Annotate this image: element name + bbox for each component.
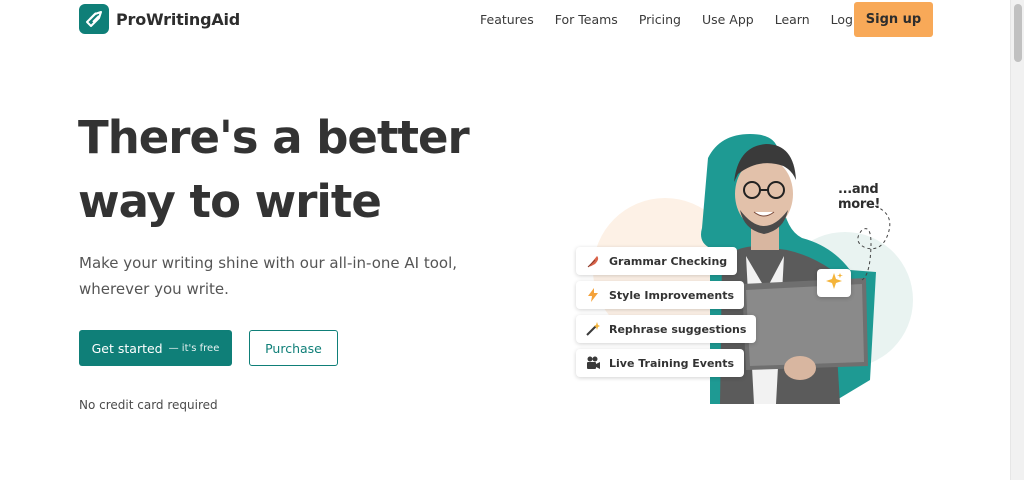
- hero-subtitle: Make your writing shine with our all-in-…: [79, 250, 479, 302]
- video-camera-icon: [584, 354, 602, 372]
- nav-features[interactable]: Features: [480, 12, 534, 27]
- sparkle-badge: [817, 269, 851, 297]
- sparkle-icon: [825, 272, 843, 295]
- scrollbar-thumb[interactable]: [1014, 4, 1022, 62]
- hero-subtitle-line1: Make your writing shine with our all-in-…: [79, 254, 458, 272]
- hero-title-line2: way to write: [78, 175, 382, 228]
- feature-label: Grammar Checking: [609, 254, 728, 268]
- brand-logo-link[interactable]: ProWritingAid: [79, 4, 240, 34]
- hero-title: There's a better way to write: [78, 106, 518, 234]
- main-nav: Features For Teams Pricing Use App Learn…: [480, 0, 881, 38]
- feature-style-improvements: Style Improvements: [576, 281, 745, 309]
- no-credit-card-note: No credit card required: [79, 398, 218, 412]
- purchase-button[interactable]: Purchase: [249, 330, 338, 366]
- site-header: ProWritingAid Features For Teams Pricing…: [0, 0, 1010, 40]
- magic-wand-icon: [584, 320, 602, 338]
- signup-button[interactable]: Sign up: [854, 2, 933, 37]
- get-started-note: — it's free: [168, 342, 220, 354]
- feature-live-training-events: Live Training Events: [576, 349, 745, 377]
- get-started-label: Get started: [91, 340, 163, 356]
- hero-illustration: Grammar Checking Style Improvements Reph…: [570, 130, 920, 410]
- brand-logo-icon: [79, 4, 109, 34]
- feature-label: Rephrase suggestions: [609, 322, 747, 336]
- feather-icon: [584, 252, 602, 270]
- feature-label: Live Training Events: [609, 356, 735, 370]
- nav-learn[interactable]: Learn: [775, 12, 810, 27]
- nav-for-teams[interactable]: For Teams: [555, 12, 618, 27]
- feature-label: Style Improvements: [609, 288, 735, 302]
- nav-use-app[interactable]: Use App: [702, 12, 754, 27]
- and-more-label: ...and more!: [838, 182, 881, 212]
- get-started-button[interactable]: Get started — it's free: [79, 330, 232, 366]
- lightning-icon: [584, 286, 602, 304]
- page-scrollbar[interactable]: [1010, 0, 1024, 480]
- feature-grammar-checking: Grammar Checking: [576, 247, 738, 275]
- hero-subtitle-line2: wherever you write.: [79, 280, 229, 298]
- hero-title-line1: There's a better: [78, 111, 470, 164]
- brand-name: ProWritingAid: [116, 9, 241, 29]
- feature-rephrase-suggestions: Rephrase suggestions: [576, 315, 757, 343]
- nav-pricing[interactable]: Pricing: [639, 12, 681, 27]
